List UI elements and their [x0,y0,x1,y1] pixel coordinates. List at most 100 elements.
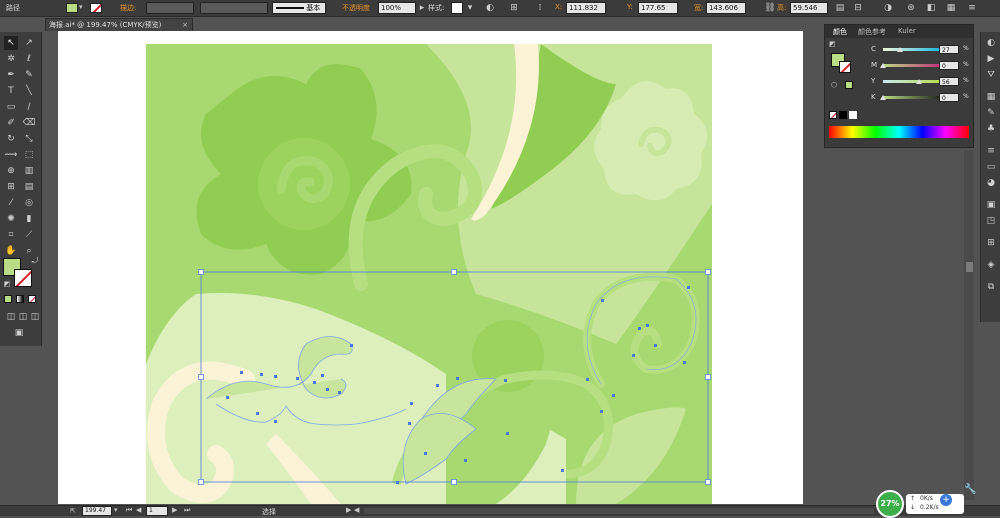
stroke-panel-icon[interactable]: ≡ [984,144,998,158]
curvature-tool-icon[interactable]: ✎ [22,68,36,82]
tab-color-guide[interactable]: 颜色参考 [858,27,886,37]
vertical-scrollbar-thumb[interactable] [966,262,973,272]
select-similar-icon[interactable]: ⊛ [905,2,917,14]
type-tool-icon[interactable]: T [4,84,18,98]
default-fill-stroke-icon[interactable]: ◩ [0,277,14,291]
slider-value-c[interactable]: 27 [939,45,959,54]
y-position-field[interactable]: 177.65 [638,2,678,14]
first-artboard-icon[interactable]: ⏮ [126,506,132,515]
previous-artboard-icon[interactable]: ◀ [136,506,141,514]
slider-value-y[interactable]: 56 [939,77,959,86]
stroke-weight-field[interactable] [146,2,194,14]
slider-track-c[interactable] [883,48,947,51]
color-mode-icon[interactable] [4,295,12,303]
isolate-icon[interactable]: ◑ [882,2,894,14]
scale-tool-icon[interactable]: ⤡ [22,132,36,146]
wrench-icon[interactable]: 🔧 [964,484,980,498]
none-color-button[interactable] [829,111,837,119]
lasso-tool-icon[interactable]: ℓ [22,52,36,66]
slider-value-m[interactable]: 0 [939,61,959,70]
graphic-styles-icon[interactable]: ◳ [984,214,998,228]
slider-value-k[interactable]: 0 [939,93,959,102]
line-tool-icon[interactable]: ╲ [22,84,36,98]
slider-thumb-c[interactable] [897,47,904,52]
horizontal-scroll-left-icon[interactable]: ◀ [354,506,359,514]
align-panel-icon[interactable]: ⊞ [984,236,998,250]
next-artboard-icon[interactable]: ▶ [172,506,177,514]
panel-menu-icon[interactable]: ≡ [966,2,978,14]
kuler-icon[interactable]: ⛛ [984,68,998,82]
gradient-mode-icon[interactable] [16,295,24,303]
rectangle-tool-icon[interactable]: ▭ [4,100,18,114]
shape-builder-tool-icon[interactable]: ⊕ [4,164,18,178]
appearance-icon[interactable]: ▣ [984,198,998,212]
white-color-button[interactable] [849,111,857,119]
draw-inside-icon[interactable]: ◫ [28,310,42,324]
artboard-number-field[interactable]: 1 [146,506,168,516]
color-spectrum-bar[interactable] [829,126,969,138]
transform-reference-icon[interactable]: ⁞ [534,2,546,14]
color-guide-icon[interactable]: ▶ [984,52,998,66]
slice-tool-icon[interactable]: ⟋ [22,228,36,242]
paintbrush-tool-icon[interactable]: ∕ [22,100,36,114]
height-field[interactable]: 59.546 [790,2,828,14]
swatches-icon[interactable]: ▦ [984,90,998,104]
horizontal-scrollbar[interactable] [364,508,874,514]
plus-icon[interactable]: + [940,494,952,506]
screen-mode-icon[interactable]: ▣ [12,326,26,340]
status-menu-icon[interactable]: ▶ [346,506,351,514]
hand-tool-icon[interactable]: ✋ [4,244,18,258]
rotate-tool-icon[interactable]: ↻ [4,132,18,146]
free-transform-tool-icon[interactable]: ⬚ [22,148,36,162]
brushes-icon[interactable]: ✎ [984,106,998,120]
x-position-field[interactable]: 111.832 [566,2,606,14]
black-color-button[interactable] [839,111,847,119]
magic-wand-tool-icon[interactable]: ✲ [4,52,18,66]
vertical-scrollbar[interactable] [964,150,974,500]
fill-dropdown-icon[interactable]: ▾ [79,3,85,13]
width-field[interactable]: 143.606 [706,2,746,14]
none-mode-icon[interactable] [28,295,36,303]
direct-selection-tool-icon[interactable]: ↗ [22,36,36,50]
mask-icon[interactable]: ◧ [925,2,937,14]
close-tab-icon[interactable]: × [182,19,188,31]
gradient-tool-icon[interactable]: ▤ [22,180,36,194]
constrain-proportions-icon[interactable]: ⛓ [764,2,776,14]
transparency-icon[interactable]: ◕ [984,176,998,190]
pencil-tool-icon[interactable]: ✐ [4,116,18,130]
fill-color-swatch[interactable] [66,3,78,13]
pen-tool-icon[interactable]: ✒ [4,68,18,82]
stroke-none-swatch[interactable] [90,3,102,13]
opacity-dropdown-icon[interactable]: ▸ [416,2,428,14]
slider-track-k[interactable] [883,96,947,99]
width-tool-icon[interactable]: ⟿ [4,148,18,162]
slider-thumb-m[interactable] [880,63,886,68]
stroke-swatch[interactable] [14,269,32,287]
perspective-grid-tool-icon[interactable]: ▥ [22,164,36,178]
selection-tool-icon[interactable]: ↖ [4,36,18,50]
memory-usage-badge[interactable]: 27% [876,490,904,518]
recolor-artwork-icon[interactable]: ◐ [484,2,496,14]
artboard-tool-icon[interactable]: ⌗ [4,228,18,242]
graph-tool-icon[interactable]: ▮ [22,212,36,226]
transform-options-icon[interactable]: ▤ [834,2,846,14]
brush-definition-select[interactable]: 基本 [272,2,326,14]
slider-thumb-k[interactable] [880,95,886,100]
document-tab[interactable]: 海报.ai* @ 199.47% (CMYK/预览) × [45,18,193,31]
color-panel-icon[interactable]: ◐ [984,36,998,50]
style-dropdown-icon[interactable]: ▾ [464,2,476,14]
zoom-options-icon[interactable]: ⇱ [70,507,76,515]
slider-thumb-y[interactable] [915,79,922,84]
zoom-dropdown-icon[interactable]: ▾ [114,506,118,514]
opacity-label[interactable]: 不透明度 [342,3,370,13]
mesh-tool-icon[interactable]: ⊞ [4,180,18,194]
blend-tool-icon[interactable]: ◎ [22,196,36,210]
eraser-tool-icon[interactable]: ⌫ [22,116,36,130]
layers-icon[interactable]: ◈ [984,258,998,272]
arrange-icon[interactable]: ▦ [945,2,957,14]
align-options-icon[interactable]: ⊟ [852,2,864,14]
artboards-panel-icon[interactable]: ⧉ [984,280,998,294]
zoom-level-field[interactable]: 199.47 [82,506,112,516]
stroke-label[interactable]: 描边: [120,3,136,13]
symbols-icon[interactable]: ♣ [984,122,998,136]
